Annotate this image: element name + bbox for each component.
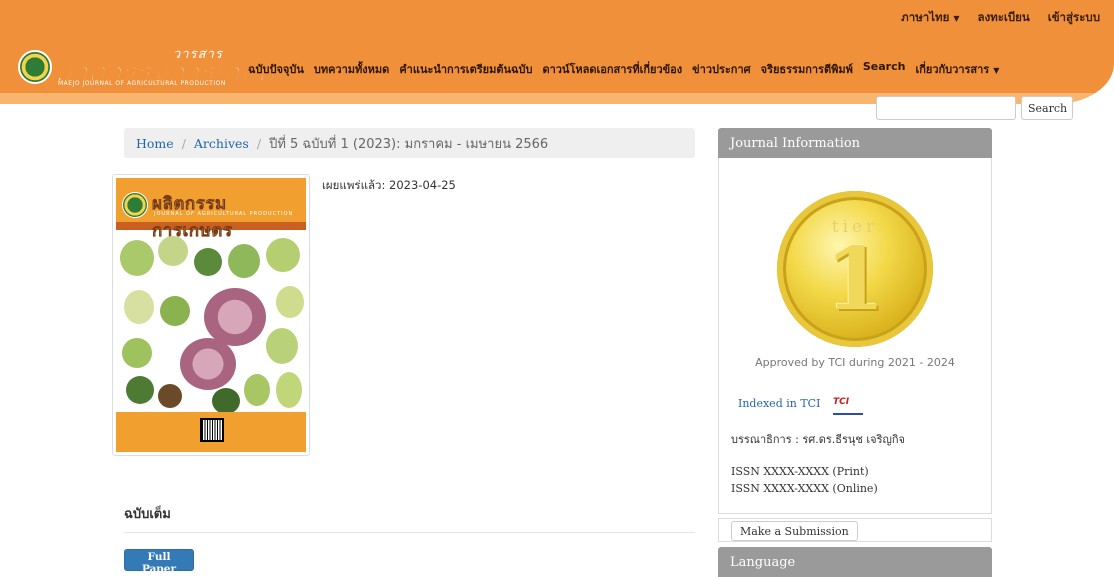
fruit-illustration [228, 244, 260, 278]
guava-slice-illustration [204, 288, 266, 346]
language-block-header: Language [718, 547, 992, 577]
site-header: ภาษาไทย ▼ ลงทะเบียน เข้าสู่ระบบ วารสาร ผล… [0, 0, 1114, 104]
submission-block: Make a Submission [718, 518, 992, 542]
guava-slice-illustration [180, 338, 236, 390]
full-issue-heading: ฉบับเต็ม [124, 507, 171, 522]
issn-print: ISSN XXXX-XXXX (Print) [731, 465, 869, 478]
fruit-illustration [266, 238, 300, 272]
badge-caption: Approved by TCI during 2021 - 2024 [755, 356, 955, 369]
qr-code-icon [200, 418, 224, 442]
fruit-illustration [124, 290, 154, 324]
breadcrumb: Home / Archives / ปีที่ 5 ฉบับที่ 1 (202… [124, 128, 695, 158]
journal-info-header: Journal Information [718, 128, 992, 158]
fruit-illustration [276, 286, 304, 318]
nav-about[interactable]: เกี่ยวกับวารสาร ▼ [915, 60, 999, 78]
nav-search[interactable]: Search [863, 60, 906, 78]
fruit-illustration [194, 248, 222, 276]
cover-emblem-icon [122, 192, 148, 218]
divider [124, 532, 695, 533]
tci-logo[interactable]: TCI [833, 397, 863, 415]
fruit-illustration [126, 376, 154, 404]
cover-art: ผลิตกรรมการเกษตร JOURNAL OF AGRICULTURAL… [116, 178, 306, 452]
fruit-illustration [158, 384, 182, 408]
nav-publication-ethics[interactable]: จริยธรรมการตีพิมพ์ [761, 60, 853, 78]
breadcrumb-separator: / [181, 135, 186, 151]
published-label: เผยแพร่แล้ว: [322, 178, 386, 192]
fruit-illustration [122, 338, 152, 368]
editor-text: บรรณาธิการ : รศ.ดร.ธีรนุช เจริญกิจ [731, 433, 905, 446]
fruit-illustration [120, 240, 154, 276]
language-label: ภาษาไทย [901, 10, 950, 24]
fruit-illustration [276, 372, 302, 408]
main-nav: ฉบับปัจจุบัน บทความทั้งหมด คำแนะนำการเตร… [248, 60, 999, 78]
nav-announcements[interactable]: ข่าวประกาศ [692, 60, 751, 78]
nav-author-guidelines[interactable]: คำแนะนำการเตรียมต้นฉบับ [399, 60, 532, 78]
chevron-down-icon: ▼ [993, 66, 1000, 75]
issn-online: ISSN XXXX-XXXX (Online) [731, 482, 878, 495]
search-input[interactable] [876, 96, 1016, 120]
language-menu[interactable]: ภาษาไทย ▼ [901, 9, 959, 27]
logo-subtitle: MAEJO JOURNAL OF AGRICULTURAL PRODUCTION [58, 80, 226, 87]
indexed-in-tci-link[interactable]: Indexed in TCI [738, 397, 820, 410]
fruit-illustration [244, 374, 270, 406]
fruit-illustration [160, 296, 190, 326]
nav-all-articles[interactable]: บทความทั้งหมด [314, 60, 389, 78]
published-value: 2023-04-25 [389, 178, 456, 192]
full-paper-button[interactable]: Full Paper [124, 549, 194, 575]
breadcrumb-separator: / [256, 135, 262, 151]
search-button[interactable]: Search [1021, 96, 1073, 120]
breadcrumb-current: ปีที่ 5 ฉบับที่ 1 (2023): มกราคม - เมษาย… [269, 136, 549, 152]
fruit-illustration [212, 388, 240, 414]
issue-cover-image[interactable]: ผลิตกรรมการเกษตร JOURNAL OF AGRICULTURAL… [112, 174, 310, 456]
chevron-down-icon: ▼ [953, 14, 960, 23]
university-emblem-icon[interactable] [18, 50, 52, 84]
tci-tier-badge-icon: tier 1 [777, 191, 933, 347]
make-submission-button[interactable]: Make a Submission [731, 521, 858, 541]
journal-info-block: tier 1 Approved by TCI during 2021 - 202… [718, 158, 992, 514]
breadcrumb-archives-link[interactable]: Archives [194, 136, 249, 151]
top-links: ภาษาไทย ▼ ลงทะเบียน เข้าสู่ระบบ [901, 9, 1100, 27]
fruit-illustration [158, 236, 188, 266]
register-link[interactable]: ลงทะเบียน [978, 9, 1030, 27]
nav-about-label: เกี่ยวกับวารสาร [915, 63, 990, 76]
fruit-illustration [266, 328, 298, 364]
cover-subtitle: JOURNAL OF AGRICULTURAL PRODUCTION [154, 211, 294, 217]
badge-tier-number: 1 [825, 229, 885, 330]
nav-downloads[interactable]: ดาวน์โหลดเอกสารที่เกี่ยวข้อง [542, 60, 682, 78]
nav-current-issue[interactable]: ฉบับปัจจุบัน [248, 60, 304, 78]
published-date: เผยแพร่แล้ว: 2023-04-25 [322, 177, 456, 195]
login-link[interactable]: เข้าสู่ระบบ [1048, 9, 1100, 27]
breadcrumb-home-link[interactable]: Home [136, 136, 174, 151]
